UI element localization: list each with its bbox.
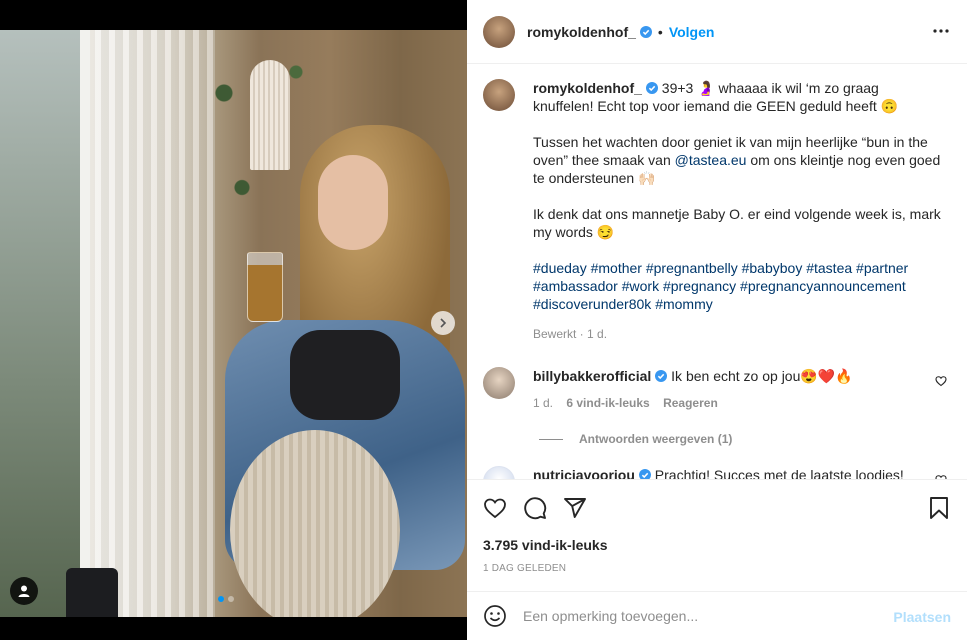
comment-text: Ik ben echt zo op jou😍❤️🔥	[671, 368, 853, 384]
photo-curtain	[95, 30, 215, 617]
user-tag-icon	[18, 585, 30, 597]
caption-line-3: Ik denk dat ons mannetje Baby O. er eind…	[533, 206, 941, 240]
hashtag-link[interactable]: #work	[622, 278, 659, 294]
comment-item: nutriciavoorjou Prachtig! Succes met de …	[483, 466, 951, 479]
add-comment-bar: Plaatsen	[467, 591, 967, 640]
comment-time: 1 d.	[533, 396, 554, 410]
author-username[interactable]: romykoldenhof_	[527, 24, 636, 40]
reply-button[interactable]: Reageren	[663, 396, 718, 410]
hashtag-link[interactable]: #dueday	[533, 260, 587, 276]
post-comment-button[interactable]: Plaatsen	[893, 609, 951, 625]
view-replies-button[interactable]: Antwoorden weergeven (1)	[539, 432, 951, 446]
hashtag-link[interactable]: #mother	[591, 260, 642, 276]
hashtag-link[interactable]: #discoverunder80k	[533, 296, 651, 312]
hashtag-link[interactable]: #tastea	[806, 260, 852, 276]
photo-face	[318, 155, 388, 250]
verified-icon	[645, 82, 658, 94]
comment-item: billybakkerofficial Ik ben echt zo op jo…	[483, 367, 951, 412]
post-panel: romykoldenhof_ • Volgen romykoldenhof_ 3…	[467, 0, 967, 640]
more-icon	[933, 29, 949, 33]
hashtag-link[interactable]: #ambassador	[533, 278, 618, 294]
bookmark-icon[interactable]	[927, 496, 951, 520]
photo-macrame	[250, 60, 290, 170]
comment-input[interactable]	[523, 608, 863, 624]
media-top-strip	[0, 0, 467, 30]
post-photo[interactable]	[0, 30, 467, 617]
replies-divider	[539, 438, 563, 440]
hashtag-link[interactable]: #mommy	[655, 296, 713, 312]
verified-icon	[655, 370, 668, 382]
verified-icon	[638, 469, 651, 479]
verified-icon	[639, 25, 652, 38]
post-header: romykoldenhof_ • Volgen	[467, 0, 967, 64]
user-tag-button[interactable]	[10, 577, 38, 605]
view-replies-label: Antwoorden weergeven (1)	[579, 432, 733, 446]
comment-icon[interactable]	[523, 496, 547, 520]
author-avatar[interactable]	[483, 15, 515, 48]
hashtag-link[interactable]: #pregnantbelly	[646, 260, 738, 276]
hashtag-link[interactable]: #pregnancy	[663, 278, 736, 294]
carousel-dot-active	[218, 596, 224, 602]
post-action-bar	[467, 479, 967, 535]
commenter-avatar[interactable]	[483, 367, 515, 399]
next-arrow-icon	[440, 318, 447, 328]
comments-list[interactable]: romykoldenhof_ 39+3 🤰 whaaaa ik wil ‘m z…	[467, 65, 967, 479]
hashtag-link[interactable]: #partner	[856, 260, 908, 276]
post-media	[0, 0, 467, 640]
comment-text: Prachtig! Succes met de laatste loodjes!	[654, 467, 904, 479]
post-caption: romykoldenhof_ 39+3 🤰 whaaaa ik wil ‘m z…	[483, 79, 951, 343]
caption-mention-link[interactable]: @tastea.eu	[675, 152, 747, 168]
hashtag-link[interactable]: #babyboy	[742, 260, 803, 276]
more-options-button[interactable]	[929, 21, 953, 41]
heart-icon[interactable]	[935, 375, 947, 387]
caption-meta: Bewerkt · 1 d.	[533, 327, 608, 341]
commenter-username[interactable]: billybakkerofficial	[533, 368, 651, 384]
comment-actions: 1 d. 6 vind-ik-leuks Reageren	[533, 394, 923, 412]
follow-button[interactable]: Volgen	[669, 24, 715, 40]
hashtag-link[interactable]: #pregnancyannouncement	[740, 278, 906, 294]
emoji-icon[interactable]	[483, 604, 507, 628]
commenter-avatar[interactable]	[483, 466, 515, 479]
carousel-next-button[interactable]	[431, 311, 455, 335]
photo-window	[0, 30, 90, 617]
caption-username[interactable]: romykoldenhof_	[533, 80, 642, 96]
commenter-username[interactable]: nutriciavoorjou	[533, 467, 635, 479]
post-date[interactable]: 1 DAG GELEDEN	[483, 563, 566, 574]
caption-avatar[interactable]	[483, 79, 515, 111]
share-icon[interactable]	[563, 496, 587, 520]
carousel-dots	[218, 596, 234, 602]
photo-tea-glass	[247, 252, 283, 322]
header-separator: •	[657, 23, 663, 40]
photo-tea-jar	[66, 568, 118, 617]
comment-likes-link[interactable]: 6 vind-ik-leuks	[566, 396, 649, 410]
photo-belly	[230, 430, 400, 617]
heart-icon[interactable]	[483, 496, 507, 520]
photo-top	[290, 330, 400, 420]
likes-count[interactable]: 3.795 vind-ik-leuks	[483, 537, 608, 553]
caption-hashtags: #dueday #mother #pregnantbelly #babyboy …	[533, 259, 943, 313]
carousel-dot	[228, 596, 234, 602]
